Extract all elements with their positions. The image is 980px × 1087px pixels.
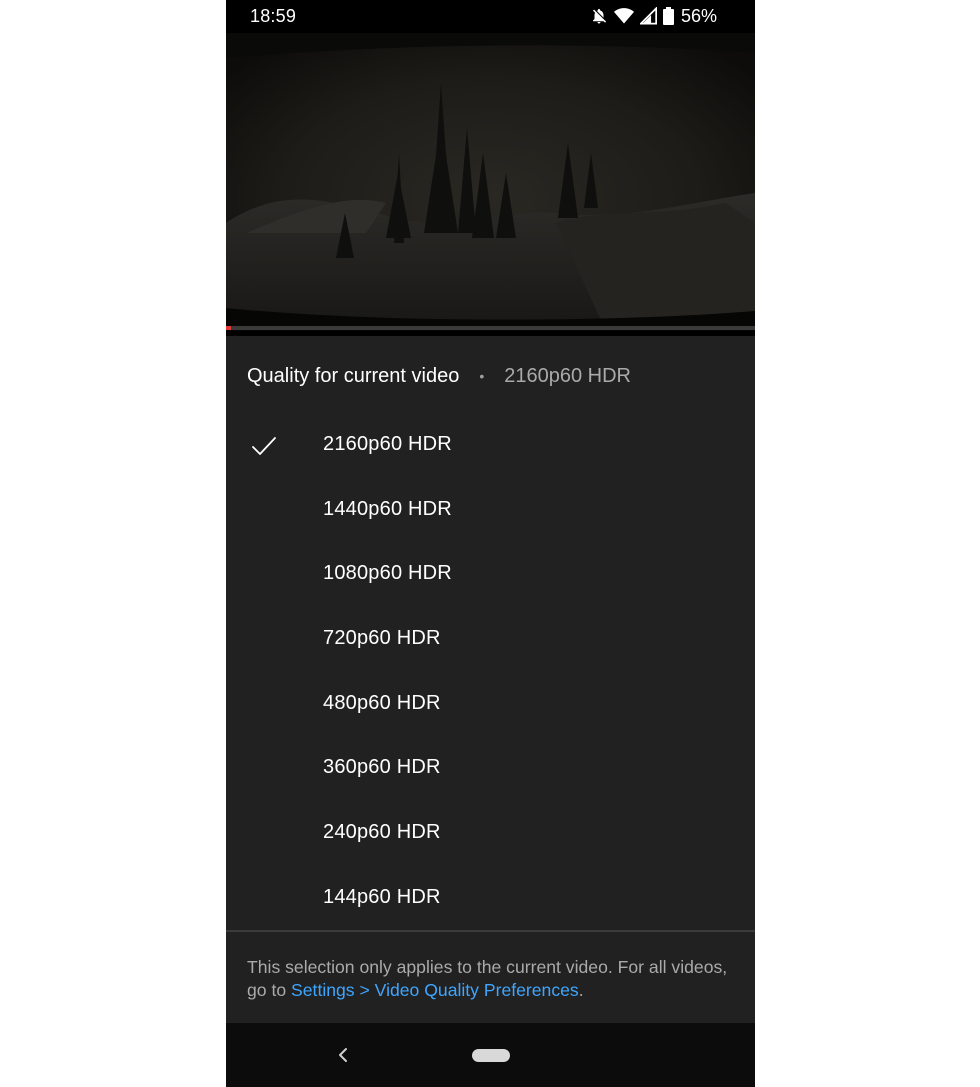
- quality-bottom-sheet: Quality for current video • 2160p60 HDR …: [226, 336, 755, 1023]
- quality-option-label: 720p60 HDR: [323, 627, 441, 650]
- cell-signal-icon: [639, 7, 657, 25]
- check-icon: [250, 497, 278, 525]
- status-time: 18:59: [250, 6, 297, 26]
- quality-option[interactable]: 1080p60 HDR: [226, 542, 755, 607]
- quality-option[interactable]: 1440p60 HDR: [226, 478, 755, 543]
- quality-option-label: 1080p60 HDR: [323, 562, 452, 585]
- footer-note: This selection only applies to the curre…: [247, 956, 737, 1002]
- check-icon: [250, 626, 278, 654]
- quality-option-label: 240p60 HDR: [323, 821, 441, 844]
- quality-option[interactable]: 360p60 HDR: [226, 736, 755, 801]
- video-player[interactable]: [226, 33, 755, 331]
- navigation-bar: [226, 1023, 755, 1087]
- current-quality-label: 2160p60 HDR: [504, 364, 631, 387]
- status-icons: 56%: [590, 5, 717, 27]
- quality-option-label: 480p60 HDR: [323, 691, 441, 714]
- footer-divider: [226, 930, 755, 932]
- battery-icon: [662, 7, 674, 25]
- quality-options-list: 2160p60 HDR 1440p60 HDR 1080p60 HDR 720p…: [226, 413, 755, 931]
- quality-option[interactable]: 2160p60 HDR: [226, 413, 755, 478]
- video-progress-fill: [226, 326, 232, 330]
- quality-option[interactable]: 480p60 HDR: [226, 672, 755, 737]
- quality-option[interactable]: 144p60 HDR: [226, 866, 755, 931]
- status-bar: 18:59 56%: [226, 0, 755, 33]
- video-progress-bar[interactable]: [226, 326, 755, 330]
- check-icon: [250, 432, 278, 460]
- quality-option[interactable]: 720p60 HDR: [226, 607, 755, 672]
- quality-option-label: 360p60 HDR: [323, 756, 441, 779]
- notifications-off-icon: [590, 7, 608, 25]
- quality-option-label: 2160p60 HDR: [323, 433, 452, 455]
- quality-option-label: 1440p60 HDR: [323, 497, 452, 520]
- video-frame-image: [226, 33, 755, 331]
- sheet-header: Quality for current video • 2160p60 HDR: [247, 362, 631, 390]
- settings-link[interactable]: Settings > Video Quality Preferences: [291, 980, 579, 1000]
- phone-screen: 18:59 56% Quality for current video • 21…: [226, 0, 755, 1087]
- sheet-title: Quality for current video: [247, 364, 460, 387]
- quality-option[interactable]: 240p60 HDR: [226, 801, 755, 866]
- wifi-icon: [613, 7, 634, 25]
- quality-option-label: 144p60 HDR: [323, 885, 441, 908]
- battery-percent: 56%: [680, 5, 717, 26]
- check-icon: [250, 885, 278, 913]
- check-icon: [250, 755, 278, 783]
- home-pill-icon[interactable]: [472, 1049, 510, 1062]
- check-icon: [250, 820, 278, 848]
- back-icon[interactable]: [334, 1045, 352, 1065]
- header-separator: •: [479, 368, 485, 384]
- check-icon: [250, 691, 278, 719]
- footer-end: .: [578, 980, 584, 1000]
- check-icon: [250, 561, 278, 589]
